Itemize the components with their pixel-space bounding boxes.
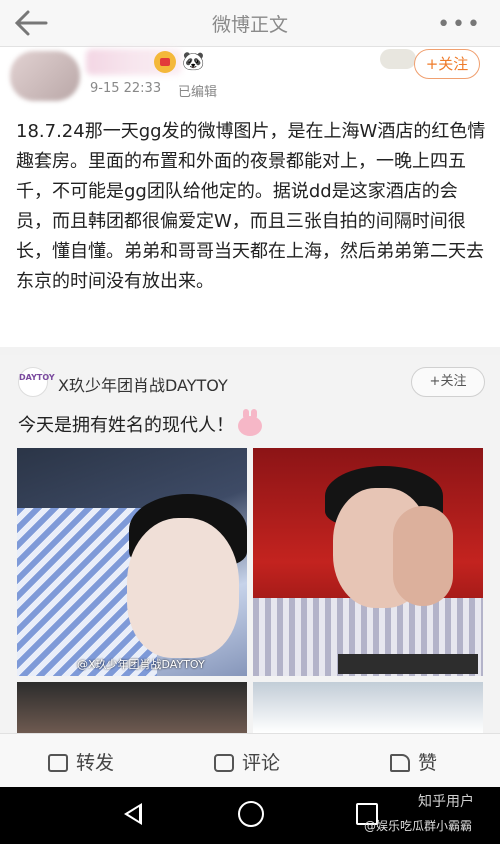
photo-2[interactable] — [253, 448, 483, 676]
repost-follow-button[interactable]: +关注 — [411, 367, 485, 397]
post-body: 18.7.24那一天gg发的微博图片，是在上海W酒店的红色情趣套房。里面的布置和… — [16, 121, 486, 292]
vip-badge-icon — [154, 51, 176, 73]
repost-label: 转发 — [76, 752, 115, 774]
daytoy-avatar[interactable]: DAYTOY — [18, 367, 55, 397]
weibo-post: 🐼 9-15 22:33 已编辑 +关注 18.7.24那一天gg发的微博图片，… — [0, 47, 500, 347]
photo-2-strip — [338, 654, 478, 674]
post-time: 9-15 22:33 — [90, 81, 162, 96]
comment-button[interactable]: 评论 — [214, 748, 280, 775]
photo-watermark: @X玖少年团肖战DAYTOY — [77, 658, 205, 671]
action-toolbar: 转发 评论 赞 — [0, 733, 500, 788]
nav-home-icon[interactable] — [238, 801, 264, 827]
comment-icon — [214, 754, 234, 772]
follow-button[interactable]: +关注 — [414, 49, 480, 79]
nav-back-icon[interactable] — [124, 803, 142, 825]
repost-text: 今天是拥有姓名的现代人！ — [18, 409, 262, 437]
more-options-icon[interactable]: ••• — [437, 12, 482, 37]
weibo-watermark: @娱乐吃瓜群小霸霸 — [364, 819, 473, 833]
thumbs-up-icon — [390, 754, 410, 772]
comment-label: 评论 — [242, 752, 281, 774]
page-title: 微博正文 — [211, 14, 288, 36]
repost-text-content: 今天是拥有姓名的现代人！ — [18, 415, 234, 436]
photo-1[interactable]: @X玖少年团肖战DAYTOY — [17, 448, 247, 676]
edited-label: 已编辑 — [178, 85, 218, 100]
reposted-weibo[interactable]: DAYTOY X玖少年团肖战DAYTOY +关注 今天是拥有姓名的现代人！ @X… — [0, 355, 500, 733]
zhihu-watermark: 知乎用户 — [418, 794, 474, 810]
top-bar: 微博正文 ••• — [0, 0, 500, 47]
panda-icon: 🐼 — [182, 51, 205, 72]
repost-username[interactable]: X玖少年团肖战DAYTOY — [58, 372, 228, 396]
like-label: 赞 — [418, 752, 438, 774]
repost-icon — [48, 754, 68, 772]
repost-button[interactable]: 转发 — [48, 748, 114, 775]
avatar[interactable] — [10, 51, 80, 101]
photo-3[interactable] — [17, 682, 247, 733]
bunny-emoji-icon — [238, 409, 262, 436]
photo-1-face — [127, 518, 239, 658]
sticker-icon — [380, 49, 416, 69]
like-button[interactable]: 赞 — [390, 748, 437, 775]
photo-2-hand — [393, 506, 453, 606]
system-nav-bar: 知乎用户 @娱乐吃瓜群小霸霸 — [0, 787, 500, 844]
photo-4[interactable] — [253, 682, 483, 733]
